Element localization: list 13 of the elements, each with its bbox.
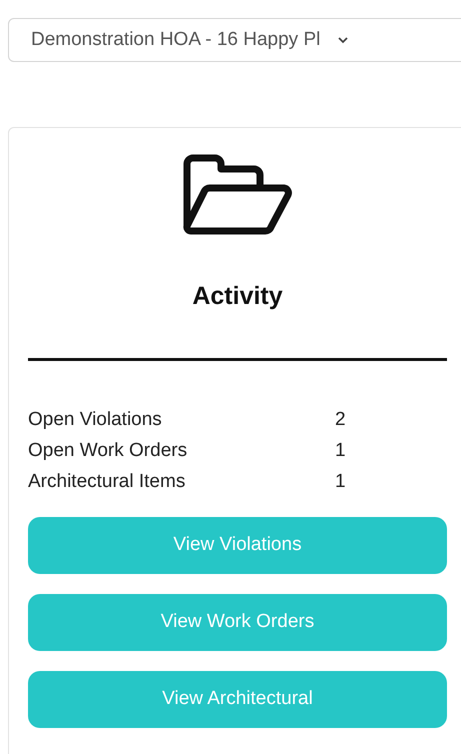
stat-value: 1 (335, 438, 346, 462)
stat-label: Open Work Orders (28, 438, 188, 462)
view-button[interactable]: View Architectural (28, 670, 447, 728)
view-button[interactable]: View Work Orders (28, 594, 447, 650)
chevron-down-icon (338, 36, 348, 44)
stat-value: 1 (335, 470, 346, 494)
association-select[interactable]: Demonstration HOA - 16 Happy Pl (8, 18, 461, 62)
stat-label: Open Violations (28, 408, 163, 432)
view-button[interactable]: View Violations (28, 516, 447, 574)
stat-label: Architectural Items (28, 470, 186, 494)
card-title: Activity (191, 281, 284, 312)
stat-value: 2 (335, 408, 346, 432)
folder-icon (182, 154, 292, 236)
